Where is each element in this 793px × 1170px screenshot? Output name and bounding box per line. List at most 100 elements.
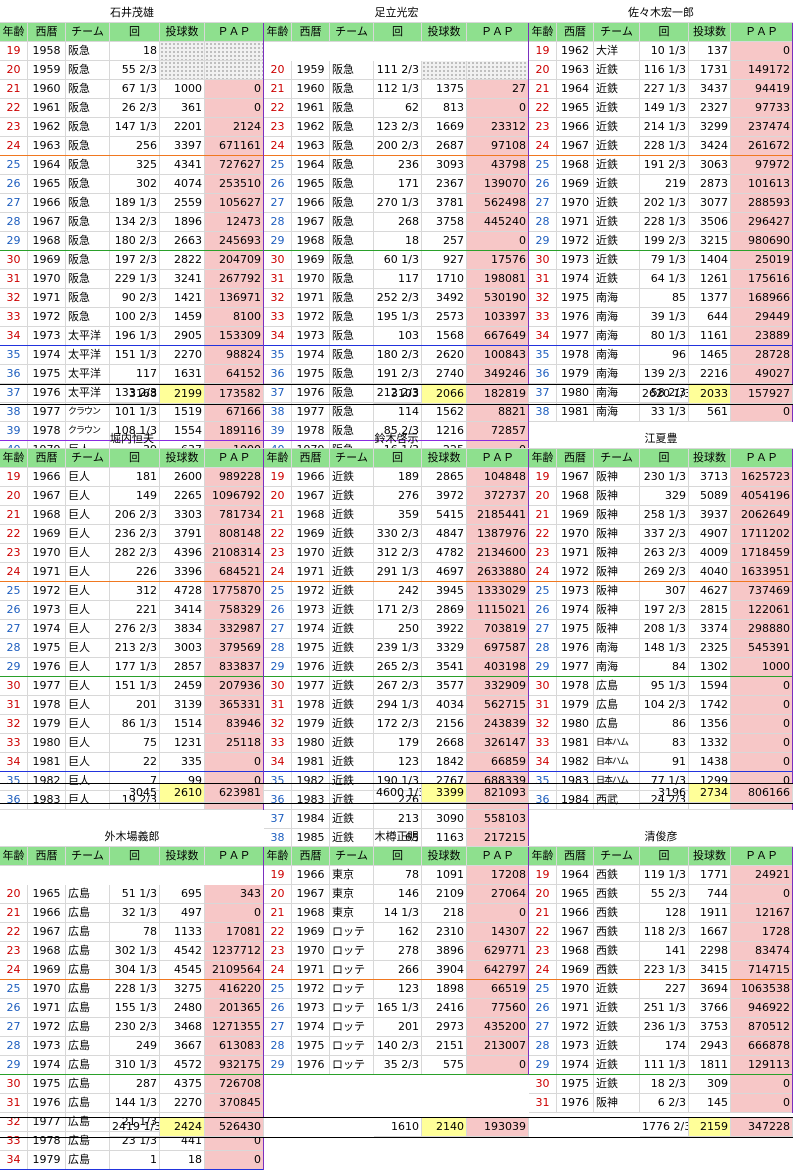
table-cell-team: 近鉄 [594,99,640,118]
phase-separator [529,979,793,980]
table-cell-pitches: 2367 [422,175,467,194]
table-cell-year: 1983 [557,772,594,791]
table-cell-pap: 23889 [731,327,793,346]
table-cell-team: 阪急 [330,403,374,422]
phase-separator [264,581,529,582]
table-cell-innings: 155 1/3 [110,999,160,1018]
table-cell-pitches: 3896 [422,942,467,961]
phase-separator [264,250,529,251]
table-cell-innings: 78 [110,923,160,942]
phase-separator [264,771,529,772]
table-cell-year: 1975 [557,289,594,308]
pitcher-name: 堀内恒夫 [0,430,264,449]
column-header-pap: ＰＡＰ [731,449,793,468]
table-cell-team: 巨人 [66,582,110,601]
table-cell-innings: 229 1/3 [110,270,160,289]
table-cell-pap: 0 [467,99,529,118]
table-cell-year: 1972 [28,308,66,327]
table-cell-year: 1967 [292,885,330,904]
table-cell-age: 27 [264,620,292,639]
table-cell-pitches: 3396 [160,563,205,582]
table-cell-innings: 18 [374,232,422,251]
table-cell-year: 1976 [292,1056,330,1075]
table-cell-innings: 141 [640,942,689,961]
table-cell-pap: 1633951 [731,563,793,582]
table-cell-team: 南海 [594,308,640,327]
table-cell-pitches: 1742 [689,696,731,715]
table-cell-team: 近鉄 [594,61,640,80]
table-cell-team: 巨人 [66,563,110,582]
phase-separator [264,979,529,980]
table-cell-pap: 1000 [731,658,793,677]
column-header-year: 西暦 [557,23,594,42]
table-cell-pitches: 18 [160,1151,205,1170]
table-cell-innings: 236 [374,156,422,175]
table-cell-team: 太平洋 [66,384,110,403]
table-cell-team: 近鉄 [594,270,640,289]
table-cell-pitches: 4627 [689,582,731,601]
total-pitches: 2199 [160,385,205,404]
table-cell-year: 1977 [28,677,66,696]
table-cell-pap: 83946 [205,715,264,734]
table-cell-pitches: 3713 [689,468,731,487]
table-cell-year: 1971 [557,544,594,563]
table-cell-age: 28 [529,639,557,658]
table-cell-innings: 191 2/3 [374,365,422,384]
table-cell-age: 31 [529,1094,557,1113]
table-cell-innings: 266 [374,961,422,980]
table-cell-pitches: 1133 [160,923,205,942]
table-cell-pap: 666878 [731,1037,793,1056]
table-cell-year: 1972 [557,232,594,251]
table-cell-year: 1972 [28,582,66,601]
pitcher-name: 佐々木宏一郎 [529,4,793,23]
table-cell-pap: 12167 [731,904,793,923]
table-cell-team: 阪急 [330,232,374,251]
table-cell-pap: 1718459 [731,544,793,563]
table-cell-team: 阪急 [66,251,110,270]
table-cell-pitches: 3090 [422,810,467,829]
table-cell-year: 1981 [557,403,594,422]
table-cell-pitches: 4542 [160,942,205,961]
table-cell-innings: 140 2/3 [374,1037,422,1056]
table-cell-innings: 201 [110,696,160,715]
table-cell-year: 1966 [292,468,330,487]
table-cell-team: 南海 [594,658,640,677]
table-cell-innings: 75 [110,734,160,753]
table-cell-year: 1958 [28,42,66,61]
table-cell-team: 阪神 [594,525,640,544]
table-cell-pitches: 1375 [422,80,467,99]
table-cell-team: 東京 [330,904,374,923]
column-header-team: チーム [66,23,110,42]
table-cell-team: 阪急 [330,80,374,99]
table-cell-pap: 28728 [731,346,793,365]
table-cell-year: 1961 [28,99,66,118]
table-cell-year: 1969 [28,525,66,544]
table-cell-pitches: 2573 [422,308,467,327]
table-cell-year: 1969 [557,506,594,525]
table-cell-pitches: 3241 [160,270,205,289]
table-cell-pap: 8100 [205,308,264,327]
table-cell-pap: 562498 [467,194,529,213]
table-cell-innings: 201 [374,1018,422,1037]
table-cell-pap: 0 [731,677,793,696]
table-cell-innings: 146 [374,885,422,904]
table-cell-pitches: 3492 [422,289,467,308]
table-cell-innings: 267 2/3 [374,677,422,696]
table-cell-innings: 325 [110,156,160,175]
table-cell-team: 広島 [66,1094,110,1113]
table-cell-team: 巨人 [66,772,110,791]
table-cell-innings: 85 [640,289,689,308]
table-cell-age: 19 [264,866,292,885]
column-header-pap: ＰＡＰ [467,23,529,42]
table-cell-age: 33 [264,734,292,753]
table-cell-team: 近鉄 [330,620,374,639]
table-cell-pap: 326147 [467,734,529,753]
table-cell-pitches: 4396 [160,544,205,563]
table-cell-innings: 223 1/3 [640,961,689,980]
table-cell-year: 1974 [28,346,66,365]
table-cell-age: 32 [0,1113,28,1132]
table-cell-age: 23 [529,118,557,137]
table-cell-innings: 118 2/3 [640,923,689,942]
table-cell-year: 1963 [557,61,594,80]
table-cell-pap: 0 [205,80,264,99]
